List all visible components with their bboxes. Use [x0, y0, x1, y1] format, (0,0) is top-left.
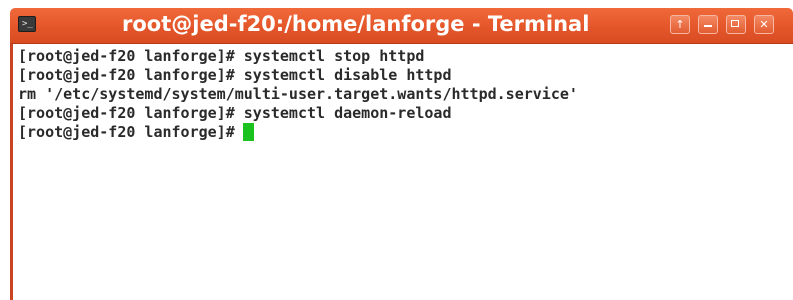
terminal-line: [root@jed-f20 lanforge]# systemctl stop … — [18, 47, 425, 65]
terminal-prompt: [root@jed-f20 lanforge]# — [18, 123, 235, 141]
terminal-window: >_ root@jed-f20:/home/lanforge - Termina… — [10, 8, 793, 300]
close-icon: ✕ — [759, 18, 769, 31]
always-on-top-button[interactable]: ↑ — [670, 15, 690, 34]
terminal-line: [root@jed-f20 lanforge]# systemctl disab… — [18, 66, 452, 84]
minimize-button[interactable] — [698, 15, 718, 34]
terminal-line: rm '/etc/systemd/system/multi-user.targe… — [18, 85, 578, 103]
maximize-icon — [731, 20, 739, 27]
text-cursor — [242, 123, 254, 141]
title-bar[interactable]: >_ root@jed-f20:/home/lanforge - Termina… — [10, 8, 793, 44]
maximize-button[interactable] — [726, 15, 746, 34]
terminal-prompt-line[interactable]: [root@jed-f20 lanforge]# — [18, 123, 793, 142]
arrow-up-icon: ↑ — [675, 18, 685, 31]
close-button[interactable]: ✕ — [754, 15, 774, 34]
minimize-icon — [704, 25, 712, 27]
terminal-app-icon: >_ — [18, 16, 36, 32]
terminal-line: [root@jed-f20 lanforge]# systemctl daemo… — [18, 104, 452, 122]
terminal-output-area[interactable]: [root@jed-f20 lanforge]# systemctl stop … — [13, 44, 793, 300]
window-title: root@jed-f20:/home/lanforge - Terminal — [122, 12, 590, 36]
app-icon-glyph: >_ — [22, 19, 33, 29]
